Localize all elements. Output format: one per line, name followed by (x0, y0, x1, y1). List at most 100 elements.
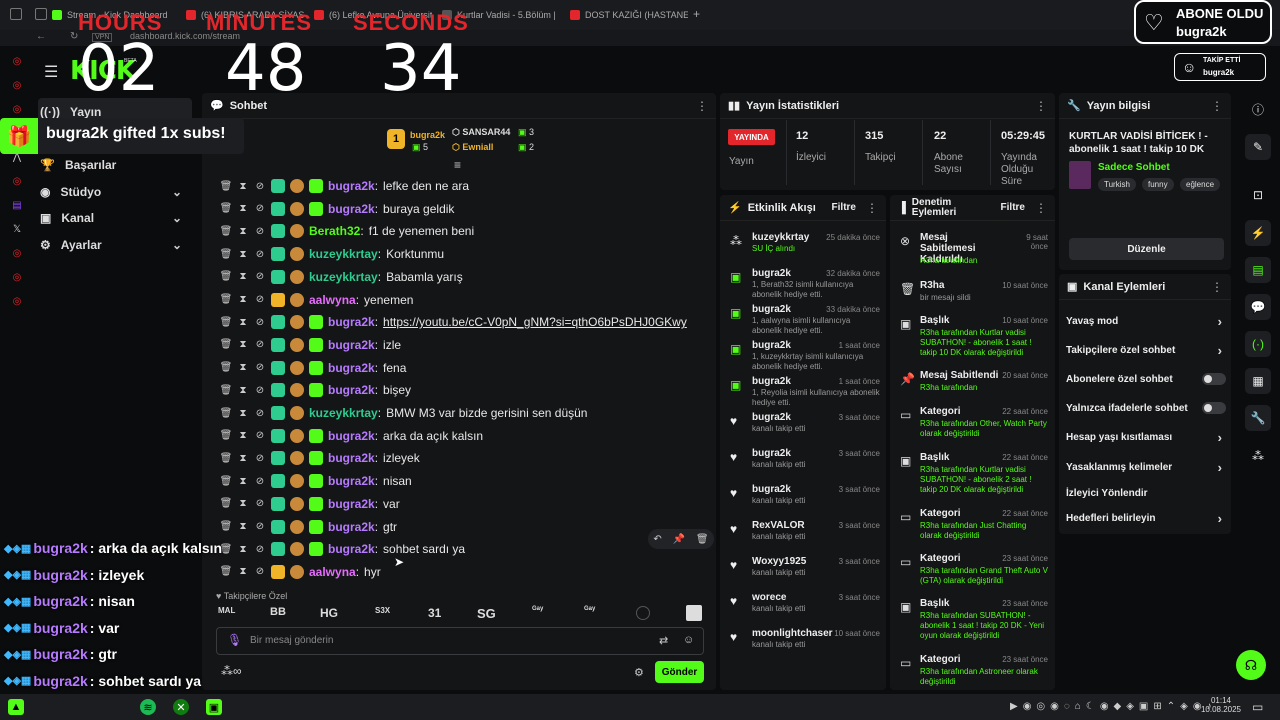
collapse-leaderboard-icon[interactable]: ≡ (454, 158, 461, 172)
ban-icon[interactable]: ⊘ (254, 316, 266, 328)
chat-settings-icon[interactable]: ⚙ (634, 666, 644, 679)
app-icon[interactable]: ◎ (10, 74, 24, 98)
chat-message[interactable]: 🗑 ⧗ ⊘ kuzeykkrtay: Korktunmu (220, 245, 444, 263)
reply-icon[interactable]: ↶ (653, 534, 661, 545)
camera-icon[interactable]: ⊡ (1245, 182, 1271, 208)
ban-icon[interactable]: ⊘ (254, 362, 266, 374)
emote-sg[interactable]: SG (477, 606, 496, 621)
moderation-item[interactable]: ▭ Kategori 23 saat önce R3ha tarafından Gra… (898, 553, 1048, 593)
activity-item[interactable]: ▣ bugra2k 1 saat önce 1, Reyolia isimli kul… (730, 376, 880, 408)
lightning-icon[interactable]: ⚡ (1245, 220, 1271, 246)
activity-filter-button[interactable]: Filtre (832, 202, 856, 213)
chat-message[interactable]: 🗑 ⧗ ⊘ bugra2k: lefke den ne ara (220, 177, 469, 195)
sidebar-item-kanal[interactable]: ▣ Kanal ⌄ (40, 211, 190, 225)
trash-icon[interactable]: 🗑 (220, 475, 233, 487)
timeout-icon[interactable]: ⧗ (237, 248, 249, 260)
activity-menu-icon[interactable]: ⋮ (866, 201, 878, 215)
activity-user[interactable]: bugra2k (752, 268, 791, 279)
activity-item[interactable]: ▣ bugra2k 33 dakika önce 1, aalwyna isimli … (730, 304, 880, 336)
activity-user[interactable]: bugra2k (752, 340, 791, 351)
trash-icon[interactable]: 🗑 (220, 430, 233, 442)
trash-icon[interactable]: 🗑 (220, 271, 233, 283)
timeout-icon[interactable]: ⧗ (237, 521, 249, 533)
new-tab-button[interactable]: + (693, 7, 700, 21)
xbox-icon[interactable]: ✕ (173, 699, 189, 715)
timeout-icon[interactable]: ⧗ (237, 362, 249, 374)
trash-icon[interactable]: 🗑 (220, 294, 233, 306)
system-tray-icons[interactable]: ▶◉◎◉◌⌂☾◉◆◈▣⊞⌃◈◉♪ (1010, 701, 1217, 712)
tag-funny[interactable]: funny (1142, 178, 1174, 191)
trash-icon[interactable]: 🗑 (220, 203, 233, 215)
app-icon[interactable]: ◎ (10, 50, 24, 74)
mic-icon[interactable]: 🎙 (227, 633, 242, 647)
chat-username[interactable]: bugra2k (328, 361, 375, 375)
activity-item[interactable]: ▣ bugra2k 1 saat önce 1, kuzeykkrtay isimli… (730, 340, 880, 372)
toggle-switch[interactable] (1202, 373, 1226, 385)
tab-youtube-3[interactable]: DOST KAZIĞI (HASTANE... (570, 6, 688, 24)
activity-item[interactable]: ♥ bugra2k 3 saat önce kanalı takip etti (730, 448, 880, 480)
activity-item[interactable]: ♥ RexVALOR 3 saat önce kanalı takip etti (730, 520, 880, 552)
moderation-item[interactable]: 🗑 R3ha 10 saat önce bir mesajı sildi (898, 280, 1048, 320)
pin-icon[interactable]: 📌 (673, 534, 685, 545)
support-chat-button[interactable]: ☊ (1236, 650, 1266, 680)
chat-message[interactable]: 🗑 ⧗ ⊘ bugra2k: gtr (220, 518, 397, 536)
ban-icon[interactable]: ⊘ (254, 271, 266, 283)
chat-username[interactable]: bugra2k (328, 474, 375, 488)
tab-actions-icon[interactable] (10, 8, 22, 20)
timeout-icon[interactable]: ⧗ (237, 316, 249, 328)
trash-icon[interactable]: 🗑 (220, 452, 233, 464)
storage-icon[interactable]: ▦ (1245, 368, 1271, 394)
chat-username[interactable]: aalwyna (309, 293, 356, 307)
trash-icon[interactable]: 🗑 (220, 498, 233, 510)
trash-icon[interactable]: 🗑 (220, 339, 233, 351)
wrench-icon[interactable]: 🔧 (1245, 405, 1271, 431)
leaderboard-user[interactable]: bugra2k (410, 130, 445, 140)
emoji-icon[interactable]: ☺ (683, 634, 694, 646)
activity-user[interactable]: bugra2k (752, 304, 791, 315)
chat-username[interactable]: bugra2k (328, 383, 375, 397)
activity-item[interactable]: ⁂ kuzeykkrtay 25 dakika önce SU İÇ alındı (730, 232, 880, 264)
channel-action-item[interactable]: Abonelere özel sohbet (1066, 373, 1226, 385)
channel-action-item[interactable]: Hedefleri belirleyin › (1066, 511, 1226, 526)
activity-user[interactable]: kuzeykkrtay (752, 232, 809, 243)
chat-username[interactable]: bugra2k (328, 429, 375, 443)
moderation-filter-button[interactable]: Filtre (1001, 202, 1025, 213)
ban-icon[interactable]: ⊘ (254, 543, 266, 555)
chat-username[interactable]: bugra2k (328, 315, 375, 329)
activity-user[interactable]: RexVALOR (752, 520, 805, 531)
chat-message[interactable]: 🗑 ⧗ ⊘ aalwyna: hyr (220, 563, 381, 581)
timeout-icon[interactable]: ⧗ (237, 566, 249, 578)
moderation-item[interactable]: ▭ Kategori 23 saat önce R3ha tarafından Ast… (898, 654, 1048, 694)
chat-bubble-icon[interactable]: 💬 (1245, 294, 1271, 320)
chat-message[interactable]: 🗑 ⧗ ⊘ aalwyna: yenemen (220, 291, 413, 309)
chat-username[interactable]: bugra2k (328, 520, 375, 534)
tag-turkish[interactable]: Turkish (1098, 178, 1136, 191)
app-icon[interactable]: ◎ (10, 266, 24, 290)
chat-username[interactable]: kuzeykkrtay (309, 270, 378, 284)
trash-icon[interactable]: 🗑 (220, 566, 233, 578)
activity-item[interactable]: ▣ bugra2k 32 dakika önce 1, Berath32 isimli… (730, 268, 880, 300)
chat-message[interactable]: 🗑 ⧗ ⊘ Berath32: f1 de yenemen beni (220, 222, 474, 240)
activity-user[interactable]: Woxyy1925 (752, 556, 806, 567)
timeout-icon[interactable]: ⧗ (237, 498, 249, 510)
emote-gay-down[interactable]: Gay (584, 606, 595, 612)
timeout-icon[interactable]: ⧗ (237, 543, 249, 555)
moderation-item[interactable]: ▣ Başlık 10 saat önce R3ha tarafından Kurtl… (898, 315, 1048, 357)
chat-message[interactable]: 🗑 ⧗ ⊘ bugra2k: fena (220, 359, 406, 377)
activity-item[interactable]: ♥ Woxyy1925 3 saat önce kanalı takip etti (730, 556, 880, 588)
channel-action-item[interactable]: Yavaş mod › (1066, 314, 1226, 329)
chat-username[interactable]: Berath32 (309, 224, 360, 238)
stats-menu-icon[interactable]: ⋮ (1035, 99, 1047, 113)
ban-icon[interactable]: ⊘ (254, 498, 266, 510)
leaderboard-user[interactable]: ⬡ SANSAR44 (452, 127, 510, 138)
ban-icon[interactable]: ⊘ (254, 339, 266, 351)
emote-s3x[interactable]: S3X (375, 606, 390, 615)
widgets-icon[interactable]: ▲ (8, 699, 24, 715)
timeout-icon[interactable]: ⧗ (237, 430, 249, 442)
timeout-icon[interactable]: ⧗ (237, 203, 249, 215)
spotify-icon[interactable]: ≋ (140, 699, 156, 715)
chat-username[interactable]: bugra2k (328, 542, 375, 556)
sidebar-item-basarilar[interactable]: 🏆 Başarılar (40, 158, 190, 172)
emote-bb[interactable]: BB (270, 606, 286, 618)
moderation-item[interactable]: ▣ Başlık 22 saat önce R3ha tarafından Kurtl… (898, 452, 1048, 494)
